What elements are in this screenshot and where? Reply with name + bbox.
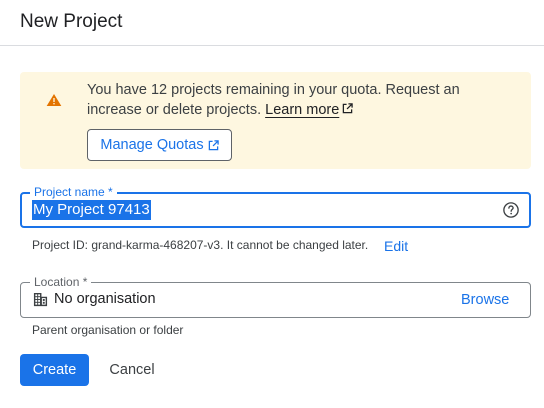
cancel-button[interactable]: Cancel [98,354,166,386]
location-label: Location * [30,275,92,289]
learn-more-label: Learn more [265,102,340,118]
quota-message: You have 12 projects remaining in your q… [87,80,517,120]
learn-more-link[interactable]: Learn more [265,102,339,118]
create-button[interactable]: Create [20,354,89,386]
browse-button[interactable]: Browse [461,292,509,308]
edit-project-id-link[interactable]: Edit [384,238,408,254]
location-field[interactable]: Location * No organisation Browse [20,275,531,318]
project-id-prefix: Project ID: [32,238,92,252]
organisation-building-icon [33,292,48,307]
project-name-label: Project name * [30,185,117,199]
project-id-suffix: . It cannot be changed later. [220,238,369,252]
help-circle-icon[interactable] [502,201,520,219]
project-id-helper: Project ID: grand-karma-468207-v3. It ca… [32,238,368,252]
external-link-icon [208,139,219,150]
quota-warning-banner: You have 12 projects remaining in your q… [20,72,531,169]
location-value: No organisation [54,291,156,307]
project-name-input[interactable]: My Project 97413 [32,200,151,220]
external-link-icon [343,103,354,114]
manage-quotas-label: Manage Quotas [100,137,204,153]
project-name-field[interactable]: Project name * My Project 97413 [20,185,531,228]
warning-icon [46,94,62,106]
location-helper: Parent organisation or folder [32,323,184,337]
project-id-value: grand-karma-468207-v3 [91,238,221,252]
manage-quotas-button[interactable]: Manage Quotas [87,129,232,161]
dialog-title: New Project [20,11,123,32]
dialog-header: New Project [0,0,544,46]
